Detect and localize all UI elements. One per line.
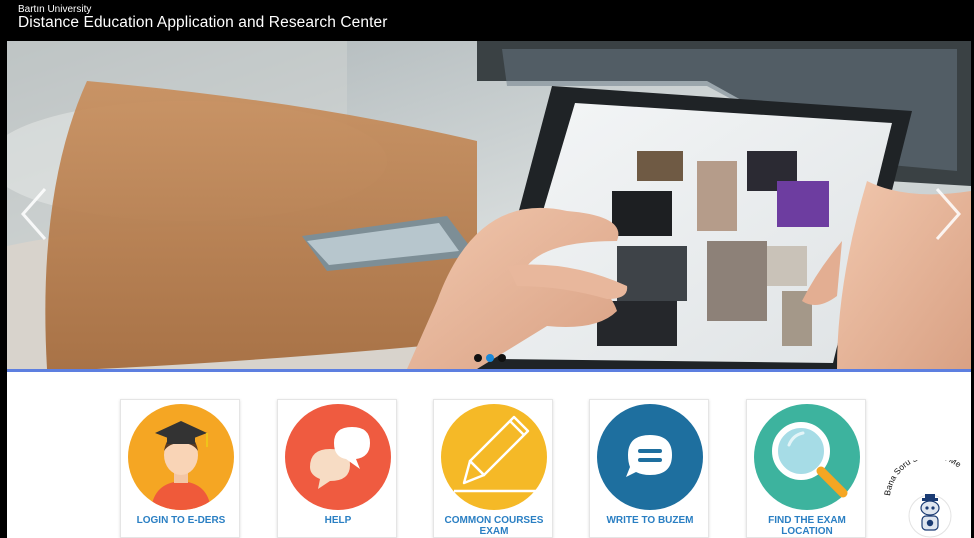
center-title[interactable]: Distance Education Application and Resea…: [18, 14, 387, 32]
quick-link-label: LOGIN TO E-DERS: [136, 515, 226, 526]
find-exam-location-card[interactable]: FIND THE EXAM LOCATION: [746, 399, 866, 538]
ask-me-assistant[interactable]: Bana Soru Sor | Ask Me: [884, 460, 972, 538]
quick-link-label: FIND THE EXAM LOCATION: [768, 515, 846, 537]
slider-indicators: [474, 354, 506, 362]
assistant-caption: Bana Soru Sor | Ask Me: [884, 460, 964, 496]
slide-indicator-3[interactable]: [498, 354, 506, 362]
slide-indicator-2[interactable]: [486, 354, 494, 362]
graduate-avatar-icon: [128, 404, 234, 510]
help-card[interactable]: HELP: [277, 399, 397, 538]
speech-bubbles-icon: [285, 404, 391, 510]
slide-indicator-1[interactable]: [474, 354, 482, 362]
quick-links: LOGIN TO E-DERS HELP COMMON COURSES EXAM…: [0, 399, 974, 538]
hero-slider: [7, 41, 971, 369]
left-edge-bar: [0, 0, 7, 538]
slider-next-arrow-icon[interactable]: [927, 184, 967, 244]
quick-link-label: COMMON COURSES EXAM: [444, 515, 544, 537]
slider-prev-arrow-icon[interactable]: [15, 184, 55, 244]
quick-link-label: WRITE TO BUZEM: [606, 515, 694, 526]
write-to-buzem-card[interactable]: WRITE TO BUZEM: [589, 399, 709, 538]
common-courses-exam-card[interactable]: COMMON COURSES EXAM: [433, 399, 553, 538]
quick-link-label: HELP: [324, 515, 352, 526]
robot-icon: [908, 494, 952, 538]
page: Bartın University Distance Education App…: [0, 0, 974, 538]
login-card[interactable]: LOGIN TO E-DERS: [120, 399, 240, 538]
pencil-icon: [441, 404, 547, 510]
chat-bubble-icon: [597, 404, 703, 510]
slider-bottom-accent-line: [7, 369, 971, 372]
site-header: Bartın University Distance Education App…: [7, 0, 971, 41]
slide-image: [7, 41, 971, 369]
magnifier-icon: [754, 404, 860, 510]
